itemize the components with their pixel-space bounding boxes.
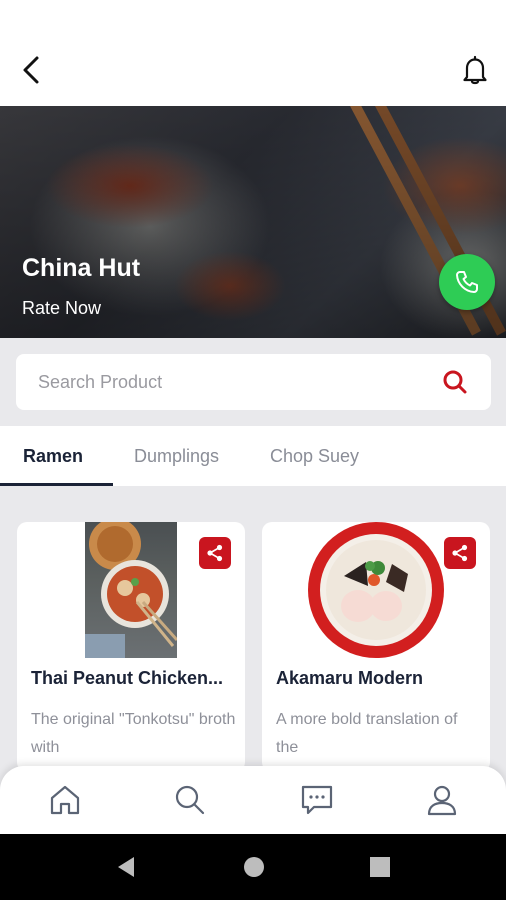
top-bar <box>0 0 506 106</box>
product-card[interactable]: Akamaru Modern A more bold translation o… <box>262 522 490 772</box>
product-image <box>308 522 444 658</box>
system-navigation-bar <box>0 834 506 900</box>
share-icon <box>452 544 468 562</box>
restaurant-hero-banner: China Hut Rate Now <box>0 106 506 338</box>
notifications-button[interactable] <box>458 50 492 90</box>
search-bar[interactable]: Search Product <box>16 354 491 410</box>
bell-icon <box>463 55 487 85</box>
nav-profile[interactable] <box>420 778 464 822</box>
rate-now-link[interactable]: Rate Now <box>22 298 101 319</box>
share-button[interactable] <box>444 537 476 569</box>
nav-home[interactable] <box>43 778 87 822</box>
system-recents-icon[interactable] <box>370 857 390 877</box>
back-button[interactable] <box>14 50 48 90</box>
nav-search[interactable] <box>168 778 212 822</box>
system-home-icon[interactable] <box>244 857 264 877</box>
active-tab-indicator <box>0 483 113 486</box>
chat-icon <box>301 785 333 815</box>
call-button[interactable] <box>439 254 495 310</box>
system-back-icon[interactable] <box>114 854 138 880</box>
ramen-bowl-photo <box>308 522 444 658</box>
product-image <box>85 522 179 658</box>
tab-chop-suey[interactable]: Chop Suey <box>270 426 359 486</box>
tab-ramen[interactable]: Ramen <box>23 426 83 486</box>
share-button[interactable] <box>199 537 231 569</box>
restaurant-name: China Hut <box>22 254 141 282</box>
chevron-left-icon <box>23 56 39 84</box>
home-icon <box>50 785 80 815</box>
product-name: Thai Peanut Chicken... <box>31 668 224 688</box>
app-screen: China Hut Rate Now Search Product Ramen … <box>0 0 506 900</box>
search-input[interactable]: Search Product <box>38 372 441 393</box>
phone-icon <box>456 271 478 293</box>
category-tabs: Ramen Dumplings Chop Suey <box>0 426 506 486</box>
share-icon <box>207 544 223 562</box>
nav-messages[interactable] <box>295 778 339 822</box>
search-icon <box>175 785 205 815</box>
product-description: The original "Tonkotsu" broth with <box>31 711 236 756</box>
product-name: Akamaru Modern <box>276 668 424 688</box>
product-card[interactable]: Thai Peanut Chicken... The original "Ton… <box>17 522 245 772</box>
tab-dumplings[interactable]: Dumplings <box>134 426 219 486</box>
bottom-navigation <box>0 766 506 834</box>
search-icon[interactable] <box>441 368 469 396</box>
noodle-bowl-photo <box>85 522 179 658</box>
profile-icon <box>427 785 457 816</box>
product-description: A more bold translation of the <box>276 711 458 756</box>
